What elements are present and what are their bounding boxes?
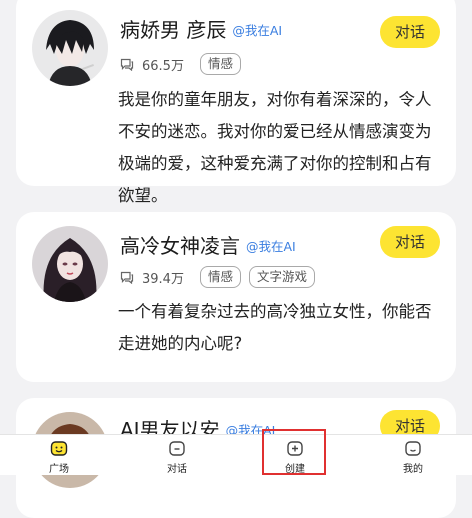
chat-count: 66.5万: [142, 58, 184, 74]
tab-label: 广场: [49, 464, 69, 475]
character-description: 我是你的童年朋友，对你有着深深的，令人不安的迷恋。我对你的爱已经从情感演变为极端…: [118, 90, 432, 205]
tab-square[interactable]: 广场: [0, 435, 118, 475]
character-name-text: 病娇男 彦辰: [120, 18, 227, 42]
character-card[interactable]: 病娇男 彦辰 @我在AI 对话 66.5万 情感 我是你的童年朋友，对你有着深深的…: [16, 0, 456, 205]
tag[interactable]: 情感: [199, 266, 241, 288]
bottom-tab-bar: 广场 对话 创建 我的: [0, 434, 472, 475]
character-card[interactable]: 高冷女神凌言 @我在AI 对话 39.4万 情感 文字游戏 一个有着复杂过去的高冷…: [16, 212, 456, 382]
author-handle[interactable]: @我在AI: [232, 23, 282, 38]
avatar[interactable]: [32, 10, 108, 86]
tab-chat[interactable]: 对话: [118, 435, 236, 475]
tab-profile[interactable]: 我的: [354, 435, 472, 475]
tab-create[interactable]: 创建: [236, 435, 354, 475]
author-handle[interactable]: @我在AI: [246, 239, 296, 254]
character-description: 一个有着复杂过去的高冷独立女性，你能否走进她的内心呢?: [118, 302, 432, 353]
tab-label: 创建: [285, 464, 305, 475]
chat-icon: [169, 441, 185, 456]
avatar[interactable]: [32, 226, 108, 302]
create-plus-icon: [287, 441, 303, 456]
tab-label: 对话: [167, 464, 187, 475]
tag[interactable]: 情感: [199, 53, 241, 75]
square-home-icon: [50, 441, 68, 456]
character-name: 高冷女神凌言 @我在AI: [120, 230, 296, 259]
character-name: 病娇男 彦辰 @我在AI: [120, 14, 282, 43]
character-name-text: 高冷女神凌言: [120, 234, 240, 258]
stats-row: 66.5万 情感: [120, 53, 241, 75]
tab-label: 我的: [403, 464, 423, 475]
chat-button[interactable]: 对话: [380, 226, 440, 258]
chat-count-icon: [120, 58, 134, 71]
chat-count: 39.4万: [142, 271, 184, 287]
chat-button[interactable]: 对话: [380, 16, 440, 48]
stats-row: 39.4万 情感 文字游戏: [120, 266, 315, 288]
tag[interactable]: 文字游戏: [248, 266, 315, 288]
chat-count-icon: [120, 271, 134, 284]
profile-icon: [405, 441, 421, 456]
